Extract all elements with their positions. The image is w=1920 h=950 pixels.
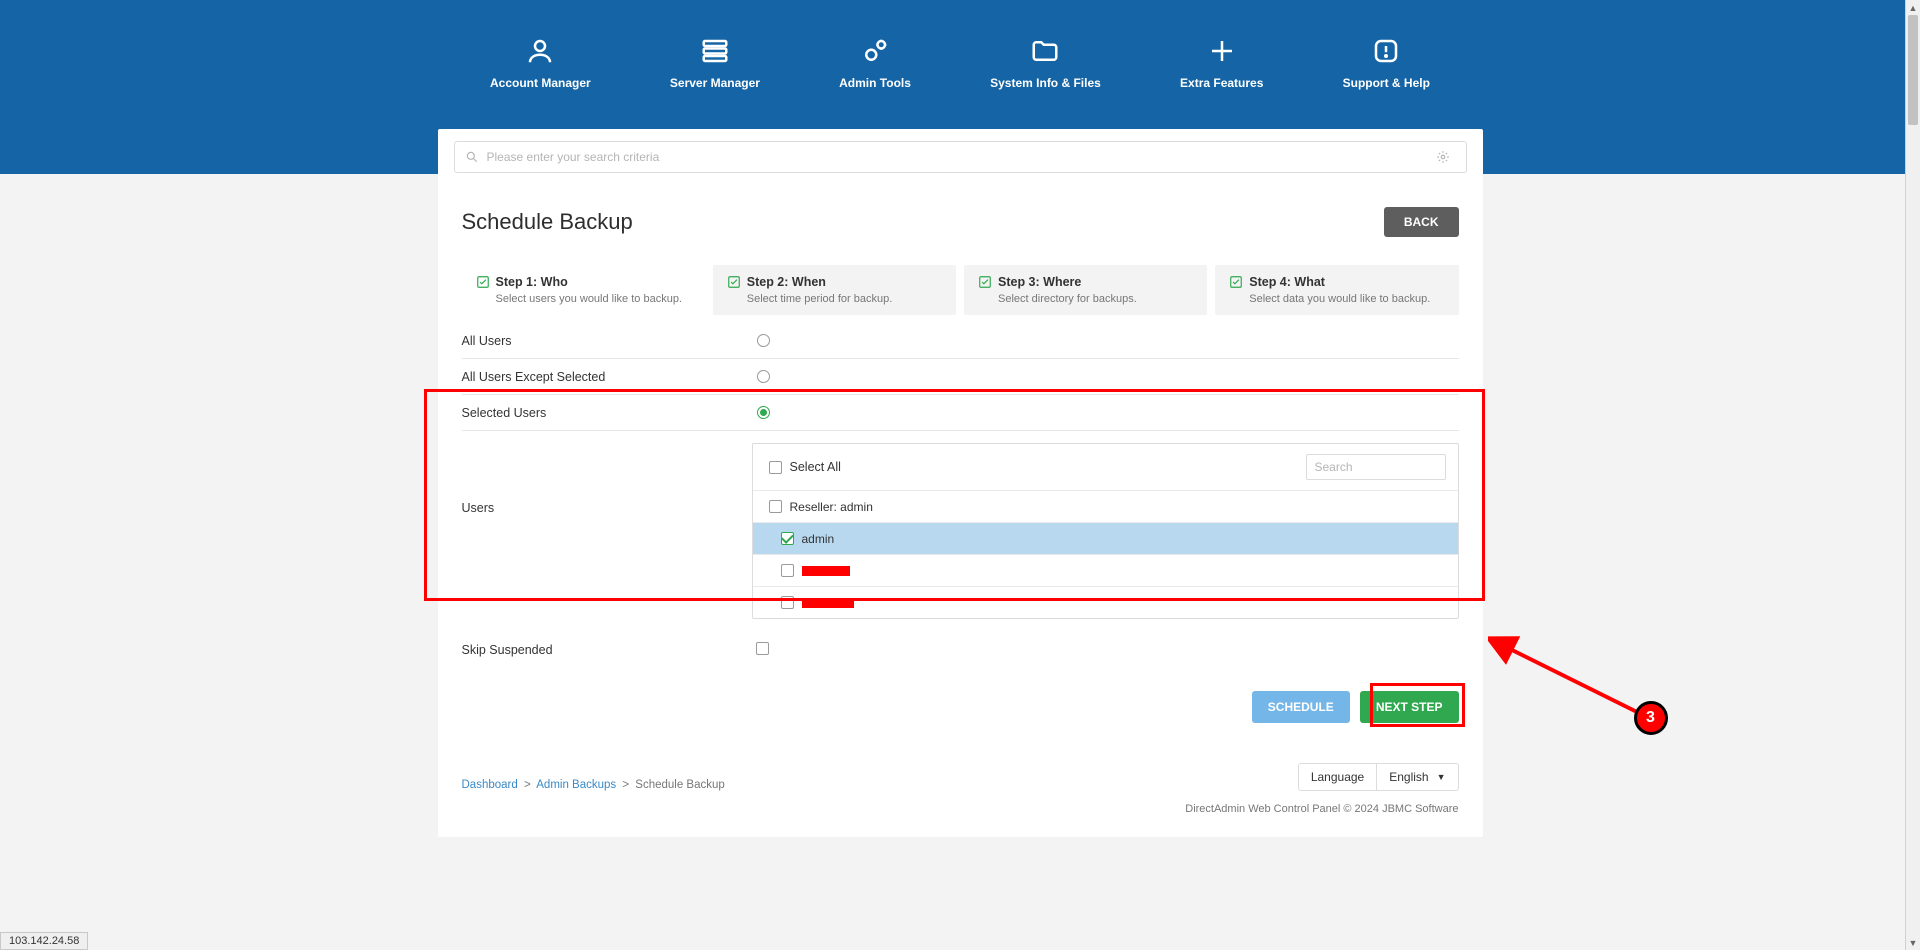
label-all-except: All Users Except Selected bbox=[462, 362, 752, 392]
checkbox-skip-suspended[interactable] bbox=[756, 642, 769, 655]
user-row-redacted-2[interactable] bbox=[753, 586, 1458, 618]
step-title: Step 4: What bbox=[1249, 275, 1325, 289]
search-bar[interactable] bbox=[454, 141, 1467, 173]
step-where[interactable]: Step 3: Where Select directory for backu… bbox=[964, 265, 1207, 315]
nav-label: Server Manager bbox=[670, 76, 760, 90]
redacted-username bbox=[802, 566, 850, 576]
next-step-button[interactable]: NEXT STEP bbox=[1360, 691, 1459, 723]
server-icon bbox=[700, 36, 730, 66]
check-icon bbox=[476, 275, 490, 289]
step-subtitle: Select users you would like to backup. bbox=[496, 293, 691, 305]
users-panel: Select All Reseller: admin admin bbox=[752, 443, 1459, 619]
nav-label: Admin Tools bbox=[839, 76, 911, 90]
search-input[interactable] bbox=[485, 149, 1436, 165]
nav-extra-features[interactable]: Extra Features bbox=[1180, 36, 1263, 90]
alert-icon bbox=[1371, 36, 1401, 66]
nav-label: System Info & Files bbox=[990, 76, 1101, 90]
label-reseller: Reseller: admin bbox=[790, 500, 873, 514]
step-subtitle: Select time period for backup. bbox=[747, 293, 942, 305]
nav-admin-tools[interactable]: Admin Tools bbox=[839, 36, 911, 90]
row-all-users: All Users bbox=[462, 323, 1459, 359]
nav-support-help[interactable]: Support & Help bbox=[1343, 36, 1430, 90]
scroll-down-arrow[interactable]: ▼ bbox=[1906, 935, 1920, 950]
step-subtitle: Select directory for backups. bbox=[998, 293, 1193, 305]
check-icon bbox=[978, 275, 992, 289]
vertical-scrollbar[interactable]: ▲ ▼ bbox=[1905, 0, 1920, 950]
step-who[interactable]: Step 1: Who Select users you would like … bbox=[462, 265, 705, 315]
checkbox-user-1[interactable] bbox=[781, 564, 794, 577]
user-row-admin[interactable]: admin bbox=[753, 522, 1458, 554]
row-users: Users Select All Reseller: admin bbox=[462, 431, 1459, 631]
label-select-all: Select All bbox=[790, 460, 841, 474]
back-button[interactable]: BACK bbox=[1384, 207, 1459, 237]
copyright-text: DirectAdmin Web Control Panel © 2024 JBM… bbox=[454, 803, 1467, 815]
search-icon bbox=[465, 150, 479, 164]
label-all-users: All Users bbox=[462, 326, 752, 356]
annotation-arrow bbox=[1488, 635, 1658, 725]
redacted-username bbox=[802, 598, 854, 608]
label-users: Users bbox=[462, 431, 752, 523]
radio-all-users[interactable] bbox=[757, 334, 770, 347]
breadcrumb: Dashboard > Admin Backups > Schedule Bac… bbox=[462, 779, 725, 791]
checkbox-reseller[interactable] bbox=[769, 500, 782, 513]
crumb-dashboard[interactable]: Dashboard bbox=[462, 779, 518, 791]
language-selector[interactable]: Language English ▼ bbox=[1298, 763, 1459, 791]
schedule-button[interactable]: SCHEDULE bbox=[1252, 691, 1350, 723]
plus-icon bbox=[1207, 36, 1237, 66]
row-all-except: All Users Except Selected bbox=[462, 359, 1459, 395]
gears-icon bbox=[860, 36, 890, 66]
user-row-redacted-1[interactable] bbox=[753, 554, 1458, 586]
checkbox-user-2[interactable] bbox=[781, 596, 794, 609]
nav-label: Account Manager bbox=[490, 76, 591, 90]
scroll-up-arrow[interactable]: ▲ bbox=[1906, 0, 1920, 15]
crumb-current: Schedule Backup bbox=[635, 779, 725, 791]
crumb-admin-backups[interactable]: Admin Backups bbox=[536, 779, 616, 791]
browser-status-bar: 103.142.24.58 bbox=[0, 932, 88, 950]
step-title: Step 1: Who bbox=[496, 275, 568, 289]
user-icon bbox=[525, 36, 555, 66]
label-selected-users: Selected Users bbox=[462, 398, 752, 428]
label-skip-suspended: Skip Suspended bbox=[462, 635, 752, 665]
user-row-reseller[interactable]: Reseller: admin bbox=[753, 490, 1458, 522]
wizard-steps: Step 1: Who Select users you would like … bbox=[454, 265, 1467, 323]
check-icon bbox=[1229, 275, 1243, 289]
page-title: Schedule Backup bbox=[462, 209, 633, 235]
chevron-down-icon: ▼ bbox=[1437, 772, 1446, 782]
row-selected-users: Selected Users bbox=[462, 395, 1459, 431]
step-title: Step 3: Where bbox=[998, 275, 1081, 289]
step-what[interactable]: Step 4: What Select data you would like … bbox=[1215, 265, 1458, 315]
checkbox-select-all[interactable] bbox=[769, 461, 782, 474]
label-admin: admin bbox=[802, 532, 835, 546]
step-title: Step 2: When bbox=[747, 275, 826, 289]
language-label: Language bbox=[1299, 764, 1376, 790]
checkbox-admin[interactable] bbox=[781, 532, 794, 545]
check-icon bbox=[727, 275, 741, 289]
nav-label: Extra Features bbox=[1180, 76, 1263, 90]
user-search-input[interactable] bbox=[1306, 454, 1446, 480]
nav-account-manager[interactable]: Account Manager bbox=[490, 36, 591, 90]
language-value[interactable]: English ▼ bbox=[1376, 764, 1457, 790]
row-skip-suspended: Skip Suspended bbox=[462, 631, 1459, 669]
nav-server-manager[interactable]: Server Manager bbox=[670, 36, 760, 90]
scroll-thumb[interactable] bbox=[1908, 15, 1918, 125]
nav-system-info[interactable]: System Info & Files bbox=[990, 36, 1101, 90]
nav-label: Support & Help bbox=[1343, 76, 1430, 90]
radio-selected-users[interactable] bbox=[757, 406, 770, 419]
main-card: Schedule Backup BACK Step 1: Who Select … bbox=[438, 129, 1483, 837]
folder-icon bbox=[1030, 36, 1060, 66]
step-subtitle: Select data you would like to backup. bbox=[1249, 293, 1444, 305]
annotation-badge-3: 3 bbox=[1634, 701, 1668, 735]
radio-all-except[interactable] bbox=[757, 370, 770, 383]
gear-icon[interactable] bbox=[1436, 150, 1450, 164]
step-when[interactable]: Step 2: When Select time period for back… bbox=[713, 265, 956, 315]
